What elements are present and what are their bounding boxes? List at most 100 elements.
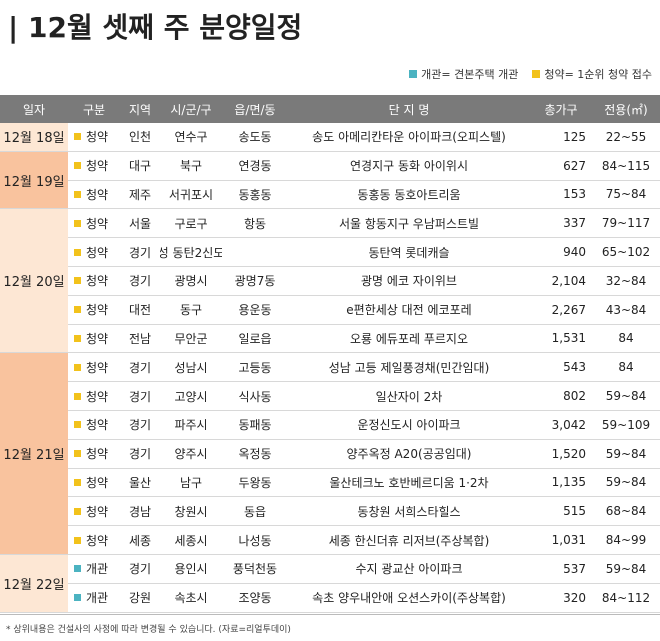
yellow-square-icon — [74, 507, 81, 515]
yellow-square-icon — [74, 162, 81, 170]
row-region: 경기 — [128, 389, 152, 404]
row-dong: 두왕동 — [238, 475, 272, 490]
row-city: 북구 — [179, 159, 203, 174]
row-units: 1,520 — [551, 446, 586, 461]
row-name: 운정신도시 아이파크 — [357, 418, 461, 433]
row-type: 청약 — [68, 209, 120, 237]
yellow-square-icon — [74, 421, 81, 429]
row-type-label: 개관 — [86, 562, 109, 577]
row-units: 2,267 — [551, 302, 586, 317]
row-dong — [222, 238, 288, 266]
yellow-square-icon — [74, 133, 81, 141]
yellow-square-icon — [74, 277, 81, 285]
row-dong: 동읍 — [243, 504, 267, 519]
page-title: | 12월 셋째 주 분양일정 — [8, 11, 303, 44]
header-dong: 읍/면/동 — [234, 102, 276, 117]
row-type-label: 청약 — [86, 418, 109, 433]
row-type-label: 청약 — [86, 274, 109, 289]
row-region: 울산 — [128, 475, 152, 490]
row-area: 22~55 — [605, 129, 647, 144]
yellow-square-icon — [532, 70, 541, 78]
table-body: 청약 인천 연수구 송도동 송도 아메리칸타운 아이파크(오피스텔) 125 22~55 청약… — [0, 123, 660, 613]
row-dong: 항동 — [243, 216, 267, 231]
row-region: 경기 — [128, 245, 152, 260]
row-city: 광명시 — [174, 274, 208, 289]
row-area: 59~84 — [605, 446, 647, 461]
teal-square-icon — [409, 70, 418, 78]
table-row: 청약 인천 연수구 송도동 송도 아메리칸타운 아이파크(오피스텔) 125 22~55 — [0, 123, 660, 152]
row-city: 화성 동탄2신도시 — [160, 245, 222, 260]
yellow-square-icon — [74, 478, 81, 486]
table-row: 청약 경기 파주시 동패동 운정신도시 아이파크 3,042 59~109 — [0, 411, 660, 440]
row-city: 연수구 — [174, 130, 208, 145]
table-header: 일자 구분 지역 시/군/구 읍/면/동 단 지 명 총가구 전용(㎡) — [0, 95, 660, 123]
row-units: 125 — [563, 129, 586, 144]
teal-square-icon — [74, 565, 81, 573]
row-name: 동탄역 롯데캐슬 — [368, 245, 450, 260]
row-type-label: 청약 — [86, 303, 109, 318]
row-name: 세종 한신더휴 리저브(주상복합) — [328, 533, 490, 548]
row-region: 제주 — [128, 187, 152, 202]
teal-square-icon — [74, 594, 81, 602]
row-region: 전남 — [128, 331, 152, 346]
row-city: 서귀포시 — [168, 187, 214, 202]
date-group-cell: 12월 22일 — [0, 555, 68, 612]
row-name: 속초 양우내안애 오션스카이(주상복합) — [312, 591, 506, 606]
row-name: 오룡 에듀포레 푸르지오 — [349, 331, 469, 346]
table-row: 개관 강원 속초시 조양동 속초 양우내안애 오션스카이(주상복합) 320 84~112 — [0, 584, 660, 613]
row-type: 청약 — [68, 353, 120, 381]
row-type-label: 청약 — [86, 475, 109, 490]
row-region: 서울 — [128, 216, 152, 231]
row-region: 강원 — [128, 591, 152, 606]
row-type-label: 청약 — [86, 504, 109, 519]
table-row: 청약 경기 광명시 광명7동 광명 에코 자이위브 2,104 32~84 — [0, 267, 660, 296]
row-region: 인천 — [128, 130, 152, 145]
row-city: 성남시 — [174, 360, 208, 375]
row-dong: 용운동 — [238, 303, 272, 318]
row-area: 84~99 — [605, 533, 647, 548]
header-units: 총가구 — [544, 102, 578, 117]
row-type: 청약 — [68, 325, 120, 353]
table-row: 청약 경기 양주시 옥정동 양주옥정 A20(공공임대) 1,520 59~84 — [0, 440, 660, 469]
row-name: 양주옥정 A20(공공임대) — [346, 447, 472, 462]
row-dong: 조양동 — [238, 591, 272, 606]
row-area: 84~115 — [601, 158, 651, 173]
legend-item-subscription: 청약= 1순위 청약 접수 — [532, 66, 652, 82]
row-type: 청약 — [68, 123, 120, 151]
legend-open-label: 개관= 견본주택 개관 — [421, 68, 519, 81]
row-area: 75~84 — [605, 187, 647, 202]
row-region: 대전 — [128, 303, 152, 318]
row-type: 청약 — [68, 440, 120, 468]
row-units: 1,135 — [551, 475, 586, 490]
note-divider — [0, 614, 660, 615]
header-date: 일자 — [22, 102, 46, 117]
row-units: 543 — [563, 360, 586, 375]
row-type: 청약 — [68, 152, 120, 180]
row-area: 32~84 — [605, 273, 647, 288]
row-city: 무안군 — [174, 331, 208, 346]
row-name: 연경지구 동화 아이위시 — [349, 159, 469, 174]
row-type: 청약 — [68, 296, 120, 324]
row-name: 송도 아메리칸타운 아이파크(오피스텔) — [312, 130, 506, 145]
row-type: 청약 — [68, 497, 120, 525]
row-name: 수지 광교산 아이파크 — [355, 562, 463, 577]
row-type-label: 청약 — [86, 130, 109, 145]
row-city: 속초시 — [174, 591, 208, 606]
row-units: 515 — [563, 504, 586, 519]
row-units: 153 — [563, 187, 586, 202]
row-name: 광명 에코 자이위브 — [361, 274, 457, 289]
yellow-square-icon — [74, 363, 81, 371]
date-group-cell: 12월 20일 — [0, 209, 68, 353]
row-units: 627 — [563, 158, 586, 173]
row-units: 1,531 — [551, 331, 586, 346]
legend: 개관= 견본주택 개관 청약= 1순위 청약 접수 — [409, 66, 652, 82]
row-name: 동창원 서희스타힐스 — [357, 504, 461, 519]
row-area: 43~84 — [605, 302, 647, 317]
row-dong: 나성동 — [238, 533, 272, 548]
row-units: 1,031 — [551, 533, 586, 548]
table-row: 개관 경기 용인시 풍덕천동 수지 광교산 아이파크 537 59~84 — [0, 555, 660, 584]
row-name: 성남 고등 제일풍경채(민간임대) — [328, 360, 490, 375]
row-type: 청약 — [68, 469, 120, 497]
row-type: 청약 — [68, 238, 120, 266]
row-area: 79~117 — [601, 216, 651, 231]
